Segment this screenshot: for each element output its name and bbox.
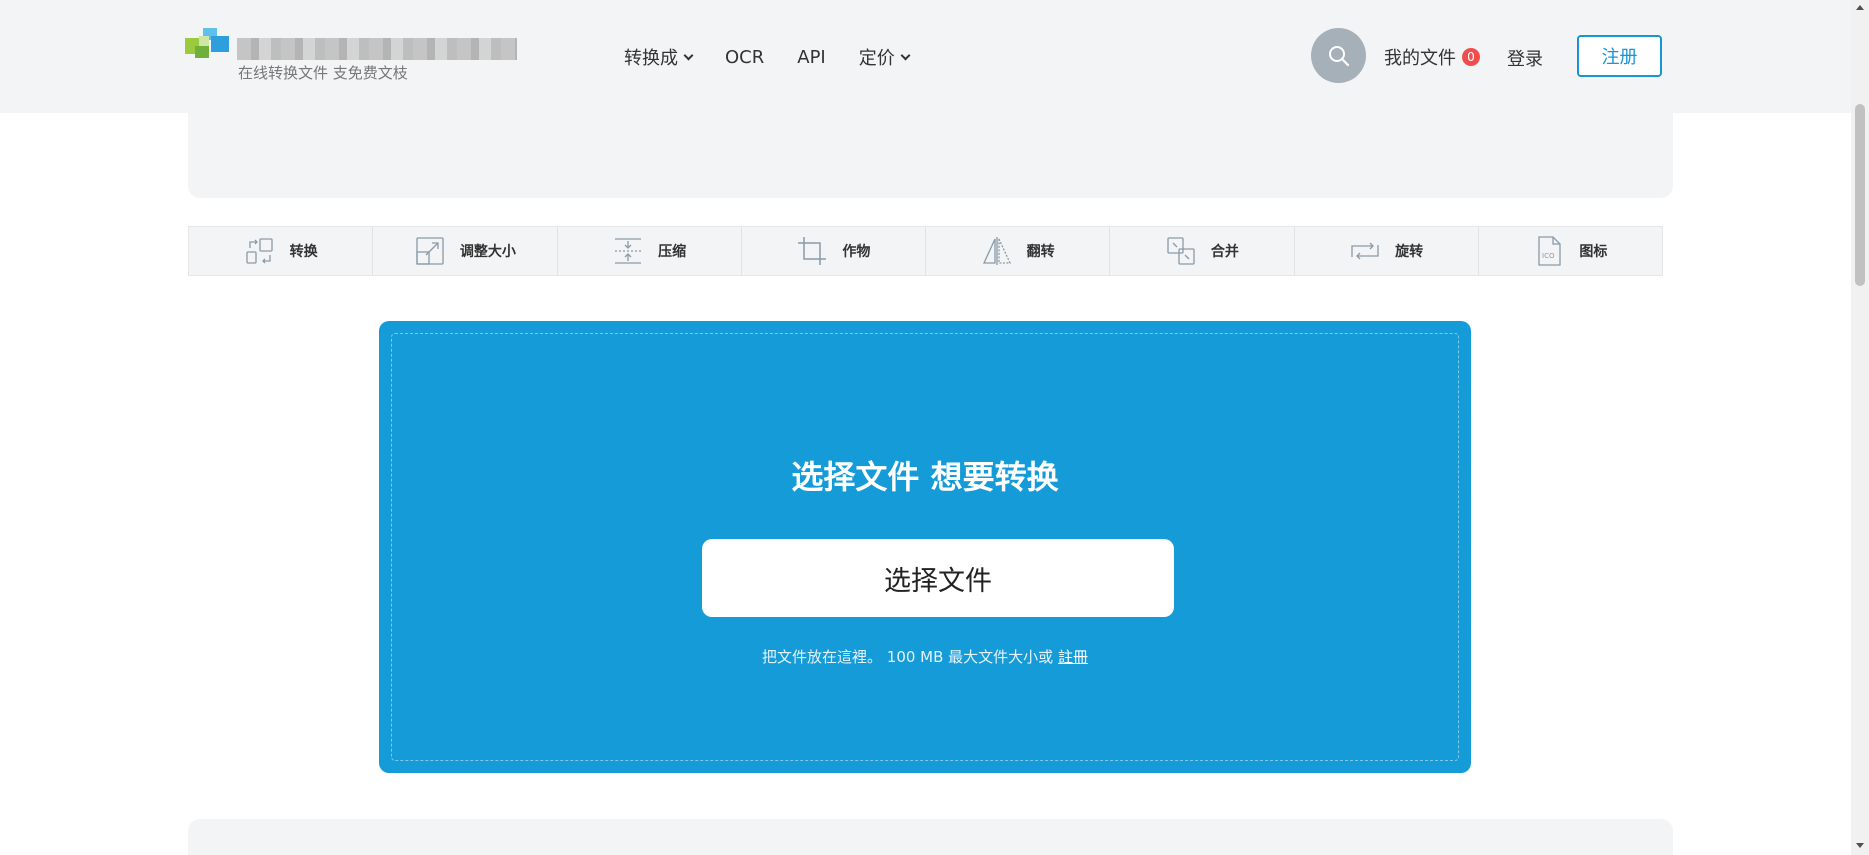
tool-compress-label: 压缩 — [658, 244, 687, 260]
register-button[interactable]: 注册 — [1577, 35, 1662, 77]
chevron-down-icon — [683, 50, 694, 60]
tool-convert[interactable]: 转换 — [189, 227, 374, 275]
tool-crop[interactable]: 作物 — [742, 227, 926, 275]
tool-rotate-label: 旋转 — [1395, 244, 1424, 260]
page-scrollbar[interactable] — [1851, 0, 1869, 855]
tool-crop-label: 作物 — [842, 244, 871, 260]
upload-hint-text: 把文件放在這裡。 100 MB 最大文件大小或 — [762, 648, 1054, 666]
upload-title: 选择文件 想要转换 — [791, 458, 1059, 496]
nav-convert-to[interactable]: 转换成 — [624, 44, 694, 70]
upload-hint: 把文件放在這裡。 100 MB 最大文件大小或 註冊 — [392, 646, 1458, 667]
file-count-badge: 0 — [1462, 48, 1480, 66]
scroll-down-icon[interactable] — [1856, 843, 1864, 848]
banner-panel — [188, 113, 1673, 198]
nav-ocr[interactable]: OCR — [725, 47, 764, 68]
merge-icon — [1167, 237, 1195, 265]
main-nav: 转换成 OCR API 定价 — [624, 44, 942, 70]
nav-api[interactable]: API — [797, 47, 825, 68]
rotate-icon — [1351, 242, 1379, 260]
flip-icon — [982, 237, 1011, 265]
tool-resize-label: 调整大小 — [459, 244, 516, 260]
tool-merge-label: 合并 — [1210, 244, 1239, 260]
crop-icon — [798, 237, 827, 265]
nav-convert-to-label: 转换成 — [624, 48, 678, 69]
tool-convert-label: 转换 — [289, 244, 318, 260]
dropzone-dashed-border: 选择文件 想要转换 选择文件 把文件放在這裡。 100 MB 最大文件大小或 註… — [391, 333, 1459, 761]
convert-icon — [245, 238, 273, 264]
logo-mark-icon — [185, 28, 230, 62]
scroll-up-icon[interactable] — [1856, 5, 1864, 10]
nav-pricing[interactable]: 定价 — [858, 44, 911, 70]
tool-flip[interactable]: 翻转 — [926, 227, 1111, 275]
ico-icon: ICO — [1538, 236, 1562, 266]
nav-ocr-label: OCR — [725, 46, 765, 68]
logo[interactable]: 在线转换文件 支免费文枝 — [185, 28, 535, 84]
search-button[interactable] — [1311, 28, 1366, 83]
tool-ico[interactable]: ICO 图标 — [1479, 227, 1662, 275]
bottom-panel — [188, 819, 1673, 855]
tool-flip-label: 翻转 — [1026, 244, 1055, 260]
hint-register-link[interactable]: 註冊 — [1058, 648, 1088, 666]
my-files-label: 我的文件 — [1384, 48, 1456, 69]
scroll-thumb[interactable] — [1855, 104, 1865, 286]
tool-resize[interactable]: 调整大小 — [373, 227, 558, 275]
logo-subtitle: 在线转换文件 支免费文枝 — [238, 64, 408, 82]
choose-file-button[interactable]: 选择文件 — [702, 539, 1174, 617]
nav-api-label: API — [797, 46, 826, 68]
upload-dropzone[interactable]: 选择文件 想要转换 选择文件 把文件放在這裡。 100 MB 最大文件大小或 註… — [379, 321, 1471, 773]
nav-pricing-label: 定价 — [858, 48, 895, 69]
tool-compress[interactable]: 压缩 — [558, 227, 742, 275]
tool-rotate[interactable]: 旋转 — [1295, 227, 1479, 275]
tool-toolbar: 转换 调整大小 压缩 作物 翻转 合并 旋转 ICO 图标 — [188, 226, 1663, 276]
my-files-link[interactable]: 我的文件 0 — [1384, 44, 1480, 70]
login-link[interactable]: 登录 — [1507, 45, 1543, 71]
search-icon — [1328, 45, 1349, 66]
tool-merge[interactable]: 合并 — [1110, 227, 1295, 275]
resize-icon — [416, 237, 444, 265]
chevron-down-icon — [900, 50, 911, 60]
tool-ico-label: 图标 — [1579, 244, 1608, 260]
svg-text:ICO: ICO — [1542, 252, 1555, 260]
site-header: 在线转换文件 支免费文枝 转换成 OCR API 定价 我的文件 0 登录 注册 — [0, 0, 1851, 113]
logo-wordmark — [237, 38, 517, 60]
compress-icon — [615, 238, 642, 264]
